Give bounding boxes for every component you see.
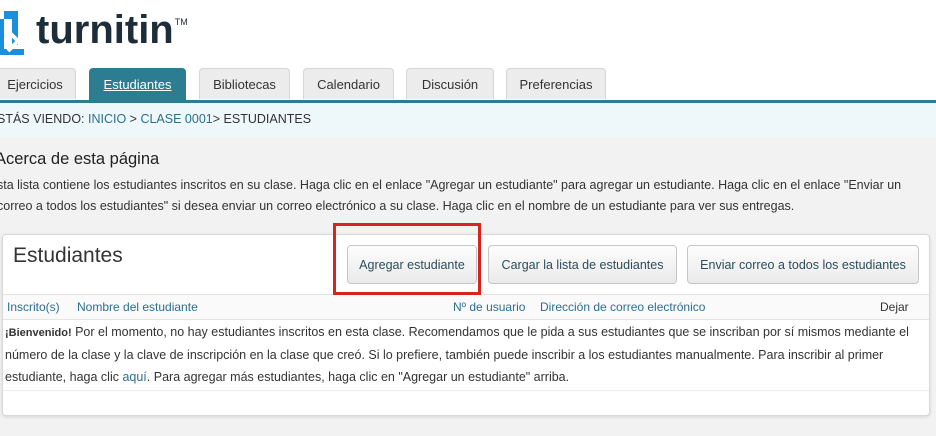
column-drop: Dejar [880, 300, 909, 314]
logo-wordmark: turnitin [36, 8, 174, 52]
enroll-here-link[interactable]: aquí [122, 370, 146, 384]
logo-trademark: TM [174, 17, 188, 27]
tab-bibliotecas[interactable]: Bibliotecas [199, 68, 290, 99]
tab-estudiantes[interactable]: Estudiantes [89, 68, 186, 100]
welcome-label: ¡Bienvenido! [5, 327, 72, 339]
breadcrumb-current: ESTUDIANTES [223, 112, 312, 126]
about-description: sta lista contiene los estudiantes inscr… [0, 178, 902, 213]
turnitin-logo: turnitin TM [0, 2, 188, 58]
email-all-students-button[interactable]: Enviar correo a todos los estudiantes [687, 245, 919, 284]
column-enrolled[interactable]: Inscrito(s) [7, 300, 60, 314]
upload-student-list-button[interactable]: Cargar la lista de estudiantes [488, 245, 677, 284]
panel-divider [3, 390, 929, 391]
about-title: Acerca de esta página [0, 150, 160, 168]
column-user-id[interactable]: Nº de usuario [453, 300, 525, 314]
tab-preferencias[interactable]: Preferencias [506, 68, 606, 99]
breadcrumb-bar: STÁS VIENDO: INICIO > CLASE 0001> ESTUDI… [0, 103, 936, 137]
message-text: . Para agregar más estudiantes, haga cli… [146, 370, 570, 384]
empty-class-message: ¡Bienvenido! Por el momento, no hay estu… [3, 321, 921, 388]
breadcrumb-sep: > [212, 112, 224, 126]
breadcrumb-home-link[interactable]: INICIO [88, 112, 126, 126]
highlight-box [333, 223, 481, 295]
breadcrumb-prefix: STÁS VIENDO: [0, 112, 88, 126]
breadcrumb-sep: > [126, 112, 141, 126]
column-email[interactable]: Dirección de correo electrónico [540, 300, 705, 314]
students-table-header: Inscrito(s) Nombre del estudiante Nº de … [3, 294, 929, 320]
column-student-name[interactable]: Nombre del estudiante [77, 300, 198, 314]
tab-ejercicios[interactable]: Ejercicios [0, 68, 76, 99]
main-tabs: Ejercicios Estudiantes Bibliotecas Calen… [0, 68, 936, 103]
breadcrumb-class-link[interactable]: CLASE 0001 [140, 112, 212, 126]
tab-calendario[interactable]: Calendario [303, 68, 394, 99]
breadcrumb: STÁS VIENDO: INICIO > CLASE 0001> ESTUDI… [0, 112, 311, 126]
panel-title: Estudiantes [13, 244, 123, 267]
tab-discusion[interactable]: Discusión [406, 68, 494, 99]
turnitin-mark-icon [0, 11, 24, 55]
